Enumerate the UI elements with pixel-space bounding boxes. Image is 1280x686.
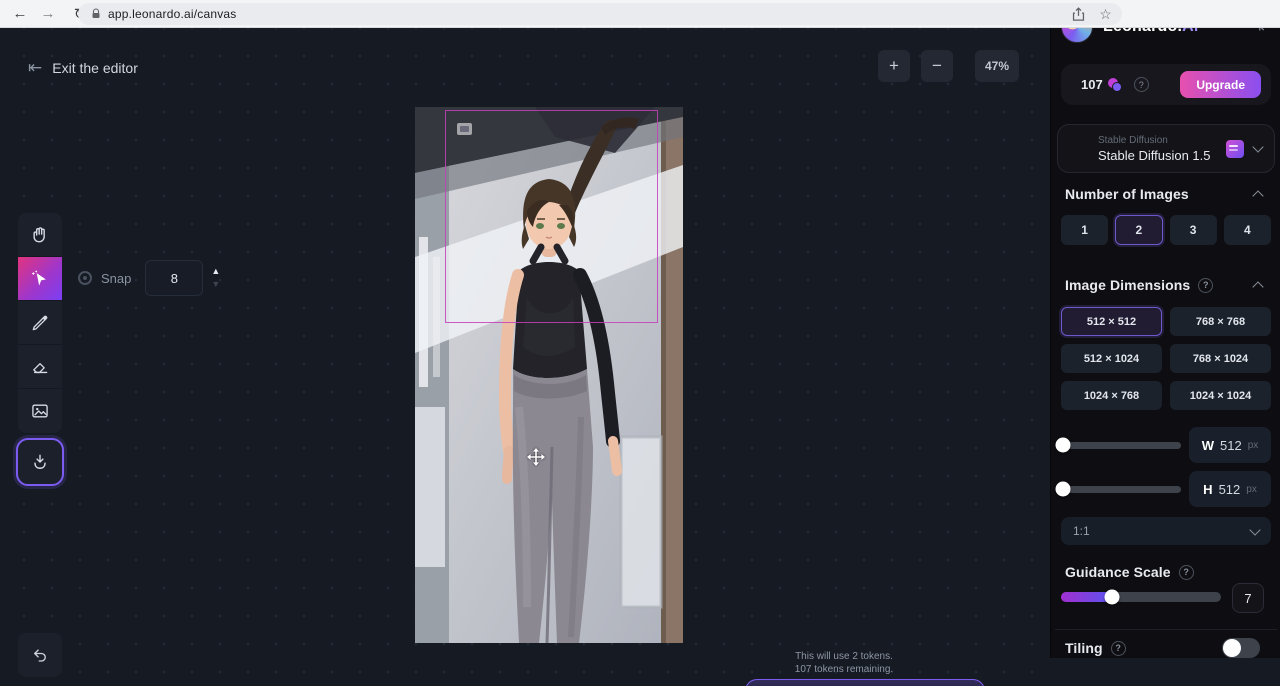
height-value: 512 (1219, 482, 1241, 497)
width-unit: px (1248, 440, 1259, 451)
tiling-help-icon[interactable]: ? (1111, 641, 1126, 656)
token-pill: 107 ? Upgrade (1061, 64, 1271, 105)
snap-control: Snap 8 ▲ ▼ (78, 260, 220, 296)
model-selector[interactable]: Stable Diffusion Stable Diffusion 1.5 (1057, 124, 1275, 173)
pan-hand-tool[interactable] (18, 213, 62, 257)
section-divider (1055, 629, 1277, 630)
generate-button-partial[interactable] (745, 679, 985, 686)
url-text: app.leonardo.ai/canvas (108, 7, 237, 21)
lock-icon (90, 7, 102, 21)
brush-icon (30, 313, 50, 333)
guidance-scale-title: Guidance Scale ? (1065, 564, 1194, 580)
height-value-box[interactable]: H 512 px (1189, 471, 1271, 507)
image-tool[interactable] (18, 389, 62, 433)
exit-editor-label: Exit the editor (52, 60, 138, 76)
token-note-line1: This will use 2 tokens. (744, 650, 944, 663)
height-slider-knob[interactable] (1056, 482, 1071, 497)
token-note-line2: 107 tokens remaining. (744, 663, 944, 676)
number-of-images-collapse-icon[interactable] (1252, 190, 1263, 201)
snap-step-down-icon[interactable]: ▼ (211, 280, 220, 289)
aspect-ratio-value: 1:1 (1073, 524, 1090, 538)
token-usage-note: This will use 2 tokens. 107 tokens remai… (744, 650, 944, 676)
browser-back-icon[interactable]: ← (8, 2, 32, 26)
eraser-icon (30, 357, 50, 377)
bookmark-star-icon[interactable]: ☆ (1097, 6, 1114, 23)
cursor-sparkle-icon (30, 269, 50, 289)
tiling-toggle-knob (1223, 639, 1241, 657)
browser-forward-icon[interactable]: → (36, 2, 60, 26)
dim-1024x768[interactable]: 1024 × 768 (1061, 381, 1162, 410)
zoom-level-label[interactable]: 47% (975, 50, 1019, 82)
guidance-scale-slider[interactable] (1061, 592, 1221, 602)
number-of-images-options: 1 2 3 4 (1061, 215, 1271, 245)
snap-toggle-icon[interactable] (78, 271, 92, 285)
height-slider[interactable] (1061, 486, 1181, 493)
address-bar[interactable]: app.leonardo.ai/canvas ☆ (78, 3, 1122, 25)
width-slider[interactable] (1061, 442, 1181, 449)
coins-icon (1108, 78, 1124, 92)
browser-chrome: ← → ↻ app.leonardo.ai/canvas ☆ M ⋮ (0, 0, 1280, 28)
hand-icon (30, 225, 50, 245)
tiling-title: Tiling ? (1065, 640, 1126, 656)
exit-arrow-icon: ⇤ (28, 58, 42, 78)
height-unit: px (1246, 484, 1257, 495)
width-label: W (1202, 438, 1214, 453)
settings-sidebar: Leonardo.Ai ⇤ 107 ? Upgrade Stable Diffu… (1050, 0, 1280, 658)
share-icon[interactable] (1070, 6, 1087, 23)
model-value: Stable Diffusion 1.5 (1098, 148, 1211, 163)
leonardo-canvas-app: ← → ↻ app.leonardo.ai/canvas ☆ M ⋮ (0, 0, 1280, 686)
exit-editor-button[interactable]: ⇤ Exit the editor (28, 58, 138, 78)
image-icon (30, 401, 50, 421)
num-images-3[interactable]: 3 (1170, 215, 1217, 245)
select-tool[interactable] (18, 257, 62, 301)
guidance-scale-knob[interactable] (1105, 590, 1120, 605)
tiling-toggle[interactable] (1222, 638, 1260, 658)
download-icon (30, 452, 50, 472)
height-slider-row: H 512 px (1061, 471, 1271, 507)
eraser-tool[interactable] (18, 345, 62, 389)
dim-1024x1024[interactable]: 1024 × 1024 (1170, 381, 1271, 410)
guidance-scale-value: 7 (1232, 583, 1264, 613)
width-value-box[interactable]: W 512 px (1189, 427, 1271, 463)
snap-label: Snap (101, 271, 131, 286)
width-value: 512 (1220, 438, 1242, 453)
width-slider-row: W 512 px (1061, 427, 1271, 463)
zoom-out-button[interactable]: − (921, 50, 953, 82)
aspect-ratio-dropdown[interactable]: 1:1 (1061, 517, 1271, 545)
num-images-4[interactable]: 4 (1224, 215, 1271, 245)
dim-512x1024[interactable]: 512 × 1024 (1061, 344, 1162, 373)
image-dimensions-options: 512 × 512 768 × 768 512 × 1024 768 × 102… (1061, 307, 1271, 410)
upgrade-button[interactable]: Upgrade (1180, 71, 1261, 98)
aspect-ratio-chevron-icon (1249, 524, 1260, 535)
brush-tool[interactable] (18, 301, 62, 345)
dim-768x768[interactable]: 768 × 768 (1170, 307, 1271, 336)
model-label: Stable Diffusion (1098, 135, 1211, 146)
guidance-scale-help-icon[interactable]: ? (1179, 565, 1194, 580)
num-images-2-selected[interactable]: 2 (1115, 215, 1162, 245)
number-of-images-title: Number of Images (1065, 186, 1189, 202)
download-tool[interactable] (16, 438, 64, 486)
num-images-1[interactable]: 1 (1061, 215, 1108, 245)
tool-palette (18, 213, 62, 433)
zoom-in-button[interactable]: + (878, 50, 910, 82)
snap-step-up-icon[interactable]: ▲ (211, 267, 220, 276)
snap-value-input[interactable]: 8 (145, 260, 203, 296)
selection-box[interactable] (445, 110, 658, 323)
undo-button[interactable] (18, 633, 62, 677)
image-dimensions-help-icon[interactable]: ? (1198, 278, 1213, 293)
move-cursor-icon (527, 448, 545, 466)
model-icon (1226, 140, 1244, 158)
model-chevron-down-icon (1252, 141, 1263, 152)
tokens-help-icon[interactable]: ? (1134, 77, 1149, 92)
height-label: H (1203, 482, 1212, 497)
image-dimensions-collapse-icon[interactable] (1252, 281, 1263, 292)
image-dimensions-title: Image Dimensions ? (1065, 277, 1213, 293)
undo-icon (31, 646, 49, 664)
selection-image-badge-icon (457, 123, 472, 135)
dim-768x1024[interactable]: 768 × 1024 (1170, 344, 1271, 373)
dim-512x512-selected[interactable]: 512 × 512 (1061, 307, 1162, 336)
width-slider-knob[interactable] (1056, 438, 1071, 453)
token-count: 107 (1081, 77, 1103, 92)
